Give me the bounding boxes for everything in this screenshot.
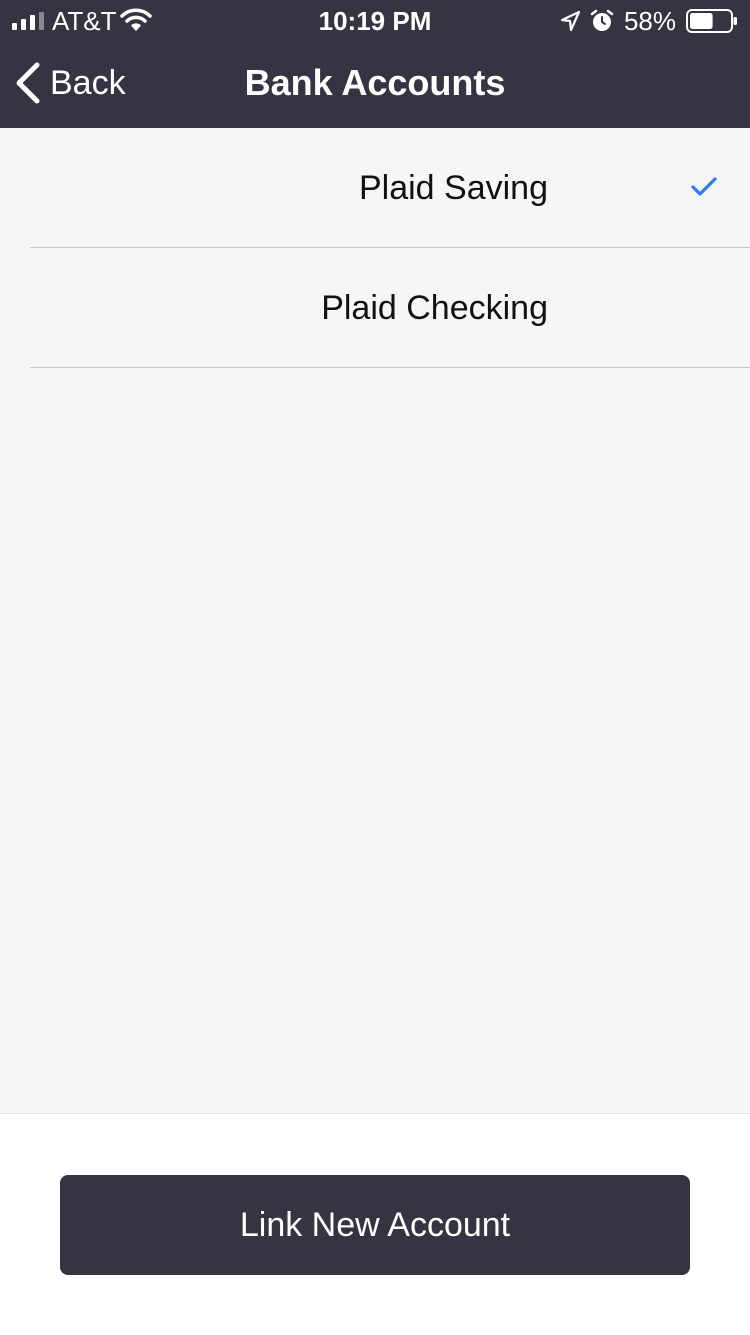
status-right-group: 58% bbox=[560, 6, 738, 36]
checkmark-icon bbox=[691, 177, 717, 196]
battery-percent: 58% bbox=[623, 6, 676, 36]
battery-icon bbox=[686, 9, 737, 33]
account-label: Plaid Checking bbox=[321, 289, 548, 327]
back-label: Back bbox=[50, 64, 126, 102]
battery-fill bbox=[690, 13, 713, 29]
account-row-plaid-saving[interactable]: Plaid Saving bbox=[30, 128, 750, 248]
back-button[interactable]: Back bbox=[14, 60, 126, 106]
link-new-account-button[interactable]: Link New Account bbox=[60, 1175, 690, 1275]
top-bar: AT&T 10:19 PM 58% Back Bank Accounts bbox=[0, 0, 750, 128]
navigation-bar: Back Bank Accounts bbox=[0, 40, 750, 128]
account-row-plaid-checking[interactable]: Plaid Checking bbox=[30, 248, 750, 368]
alarm-clock-icon bbox=[590, 9, 614, 31]
status-bar: AT&T 10:19 PM 58% bbox=[0, 0, 750, 40]
footer: Link New Account bbox=[0, 1113, 750, 1335]
location-arrow-icon bbox=[560, 10, 580, 32]
chevron-left-icon bbox=[16, 62, 40, 104]
account-label: Plaid Saving bbox=[358, 169, 548, 207]
account-list: Plaid Saving Plaid Checking bbox=[0, 128, 750, 368]
